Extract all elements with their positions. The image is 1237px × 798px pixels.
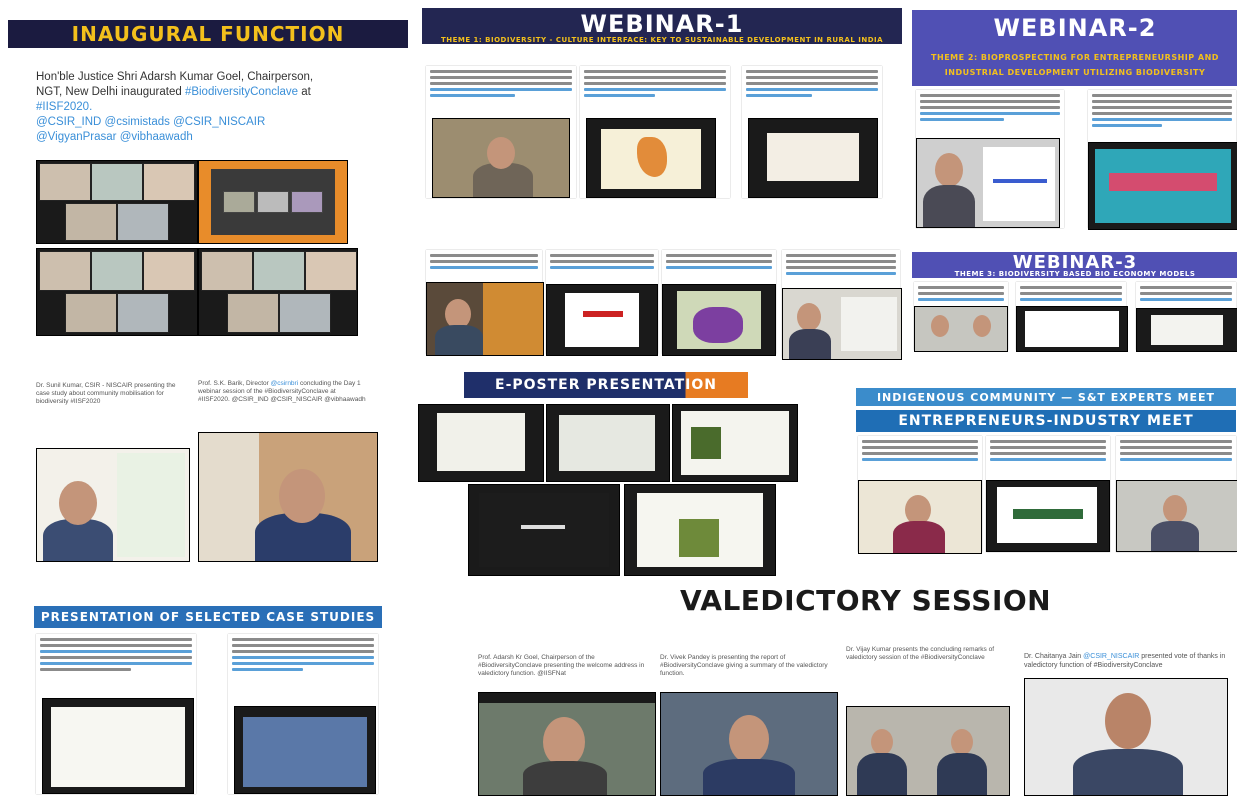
mid-left-screenshot-1 — [36, 448, 190, 562]
valedictory-tweet-4: Dr. Chaitanya Jain @CSIR_NISCAIR present… — [1024, 653, 1226, 669]
case-study-post-1 — [36, 634, 196, 794]
webinar-2-post-2 — [1088, 90, 1237, 230]
e-poster-screenshot-3 — [672, 404, 798, 482]
valedictory-screenshot-3 — [846, 706, 1010, 796]
webinar-1-post-5 — [546, 250, 658, 356]
valedictory-screenshot-1 — [478, 692, 656, 796]
webinar-3-post-3 — [1136, 282, 1237, 352]
webinar-1-post-6 — [662, 250, 776, 356]
entrepreneurs-banner: ENTREPRENEURS-INDUSTRY MEET — [856, 410, 1236, 432]
entrepreneur-post-3 — [1116, 436, 1237, 552]
e-poster-screenshot-4 — [468, 484, 620, 576]
webinar-3-post-1 — [914, 282, 1008, 352]
entrepreneur-post-1 — [858, 436, 982, 554]
valedictory-screenshot-4 — [1024, 678, 1228, 796]
webinar-1-post-7 — [782, 250, 902, 360]
webinar-2-theme: Theme 2: Bioprospecting for Entrepreneur… — [931, 53, 1219, 77]
valedictory-tweet-1: Prof. Adarsh Kr Goel, Chairperson of the… — [478, 654, 645, 677]
indigenous-community-banner: INDIGENOUS COMMUNITY — S&T EXPERTS MEET — [856, 388, 1236, 406]
webinar-2-post-1 — [916, 90, 1064, 228]
e-poster-banner: E-POSTER PRESENTATION — [464, 372, 748, 398]
entrepreneur-post-2 — [986, 436, 1110, 552]
webinar-1-post-3 — [742, 66, 882, 198]
case-studies-banner: Presentation of Selected Case Studies — [34, 606, 382, 628]
valedictory-screenshot-2 — [660, 692, 838, 796]
webinar-1-post-1 — [426, 66, 576, 198]
webinar-1-post-2 — [580, 66, 730, 198]
webinar-3-theme: Theme 3: Biodiversity Based Bio Economy … — [954, 270, 1196, 278]
e-poster-screenshot-5 — [624, 484, 776, 576]
webinar-1-post-4 — [426, 250, 544, 356]
e-poster-screenshot-2 — [546, 404, 670, 482]
mid-left-tweet-2: Prof. S.K. Barik, Director @csirnbri con… — [198, 380, 366, 403]
inaugural-screenshot-2 — [198, 160, 348, 244]
e-poster-screenshot-1 — [418, 404, 544, 482]
inaugural-screenshot-1 — [36, 160, 198, 244]
inaugural-tweet: Hon'ble Justice Shri Adarsh Kumar Goel, … — [36, 71, 314, 143]
valedictory-tweet-3: Dr. Vijay Kumar presents the concluding … — [846, 646, 995, 661]
mid-left-tweet-1: Dr. Sunil Kumar, CSIR - NISCAIR presenti… — [36, 382, 176, 405]
mid-left-screenshot-2 — [198, 432, 378, 562]
inaugural-function-banner: Inaugural Function — [8, 20, 408, 48]
webinar-3-post-2 — [1016, 282, 1128, 352]
valedictory-tweet-2: Dr. Vivek Pandey is presenting the repor… — [660, 654, 828, 677]
valedictory-session-title: VALEDICTORY SESSION — [680, 584, 1052, 617]
webinar-1-theme: Theme 1: Biodiversity - Culture Interfac… — [440, 36, 884, 44]
inaugural-screenshot-4 — [198, 248, 358, 336]
case-study-post-2 — [228, 634, 378, 794]
inaugural-screenshot-3 — [36, 248, 198, 336]
